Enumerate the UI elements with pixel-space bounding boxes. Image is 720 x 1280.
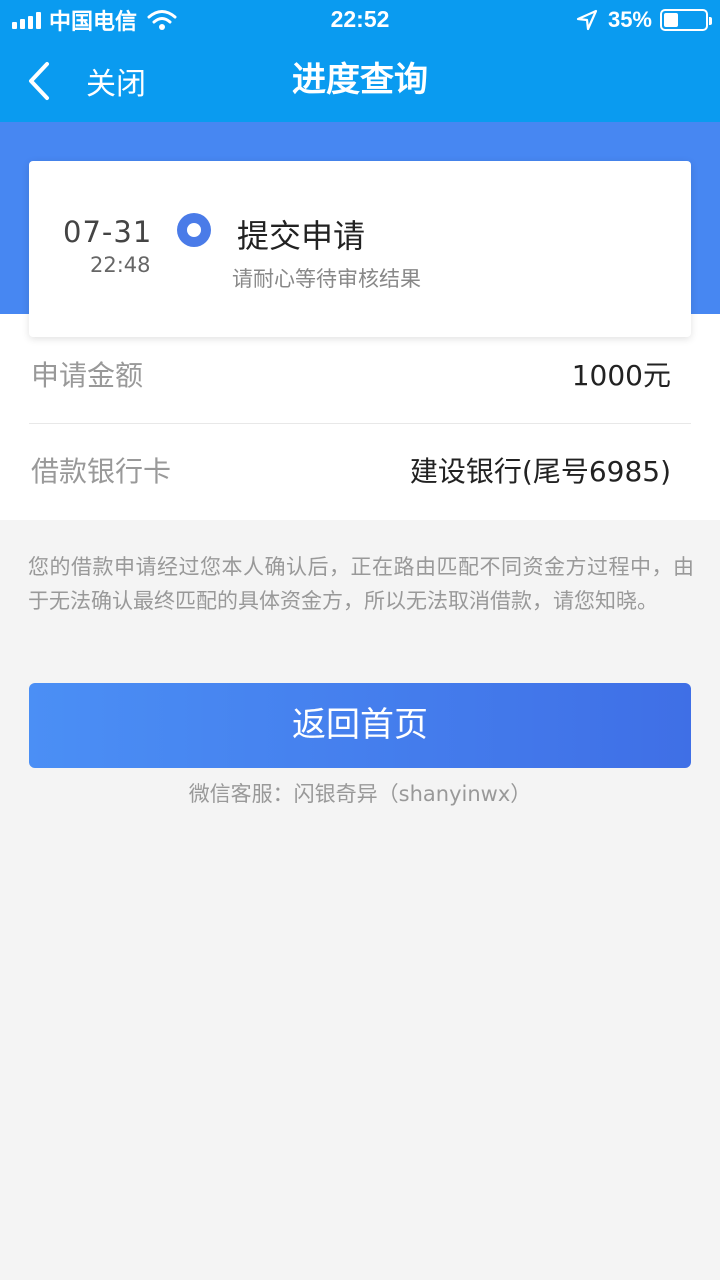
- detail-row-amount: 申请金额 1000元: [29, 328, 691, 424]
- notice-text: 您的借款申请经过您本人确认后，正在路由匹配不同资金方过程中，由于无法确认最终匹配…: [28, 555, 694, 613]
- nav-bar: 关闭 进度查询: [0, 40, 720, 122]
- amount-value: 1000元: [571, 359, 671, 392]
- battery-percent: 35%: [607, 7, 652, 32]
- step-indicator-icon: [177, 213, 211, 247]
- step-time: 22:48: [90, 253, 151, 277]
- customer-service-text: 微信客服：闪银奇异（shanyinwx）: [188, 782, 532, 806]
- location-arrow-icon: [576, 9, 598, 31]
- page-title: 进度查询: [292, 60, 428, 100]
- back-to-home-button[interactable]: 返回首页: [29, 683, 691, 768]
- progress-card: 07-31 22:48 提交申请 请耐心等待审核结果: [29, 161, 691, 337]
- battery-fill: [664, 13, 678, 27]
- detail-row-bank-card: 借款银行卡 建设银行(尾号6985): [29, 424, 691, 520]
- step-subtitle: 请耐心等待审核结果: [232, 267, 421, 291]
- battery-tip: [709, 17, 712, 25]
- step-date: 07-31: [63, 215, 153, 249]
- battery-icon: [660, 9, 712, 31]
- bank-card-label: 借款银行卡: [31, 455, 172, 488]
- bank-card-value: 建设银行(尾号6985): [409, 455, 671, 488]
- status-bar: 中国电信 22:52 35%: [0, 0, 720, 40]
- amount-label: 申请金额: [31, 359, 144, 392]
- step-title: 提交申请: [237, 217, 366, 255]
- status-bar-right: 35%: [576, 6, 712, 34]
